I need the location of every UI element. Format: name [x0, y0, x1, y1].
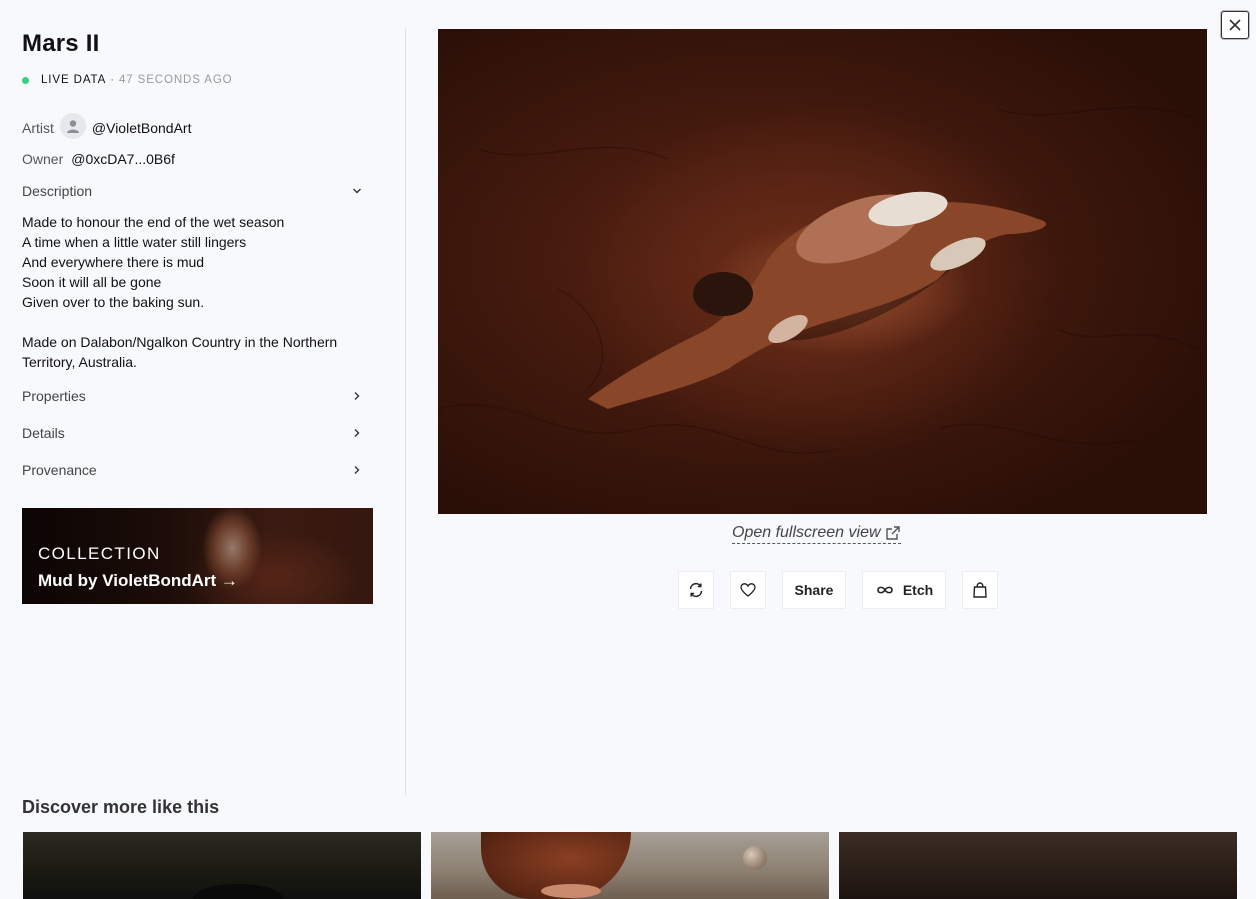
description-toggle[interactable]: Description [22, 181, 374, 201]
details-toggle[interactable]: Details [22, 423, 374, 443]
collection-caption: COLLECTION [38, 544, 161, 563]
properties-toggle[interactable]: Properties [22, 386, 374, 406]
properties-label: Properties [22, 388, 86, 404]
refresh-button[interactable] [678, 571, 714, 609]
thumbnail-image-detail [193, 884, 283, 899]
provenance-label: Provenance [22, 462, 97, 478]
share-button[interactable]: Share [782, 571, 846, 609]
owner-handle-link[interactable]: @0xcDA7...0B6f [71, 151, 175, 167]
thumbnail-image-detail [743, 846, 767, 870]
heart-icon [740, 583, 756, 597]
panel-divider [405, 28, 406, 795]
artist-label: Artist [22, 120, 54, 136]
chevron-right-icon [354, 429, 360, 437]
discover-heading: Discover more like this [22, 797, 220, 817]
open-fullscreen-label: Open fullscreen view [732, 524, 881, 541]
description-label: Description [22, 183, 93, 199]
chevron-right-icon [354, 392, 360, 400]
infinity-icon [877, 586, 893, 594]
live-label: LIVE DATA [41, 74, 107, 86]
favorite-button[interactable] [730, 571, 766, 609]
provenance-toggle[interactable]: Provenance [22, 460, 374, 480]
chevron-right-icon [354, 466, 360, 474]
close-button[interactable] [1221, 11, 1249, 39]
shopping-bag-icon [973, 582, 987, 598]
close-icon [1229, 19, 1241, 31]
live-status: LIVE DATA · 47 SECONDS AGO [22, 74, 374, 86]
discover-thumbnail[interactable] [23, 832, 421, 899]
user-avatar-icon[interactable] [59, 113, 86, 139]
artwork-image [438, 106, 1199, 454]
artwork-title: Mars II [22, 30, 100, 57]
chevron-down-icon [353, 188, 361, 194]
external-link-icon [885, 526, 900, 540]
open-fullscreen-link[interactable]: Open fullscreen view [732, 524, 901, 544]
artist-row: Artist @VioletBondArt [22, 113, 374, 140]
buy-button[interactable] [962, 571, 998, 609]
live-indicator-dot [22, 76, 29, 84]
owner-label: Owner [22, 151, 64, 167]
discover-thumbnail[interactable] [839, 832, 1237, 899]
etch-label: Etch [902, 582, 934, 598]
owner-row: Owner @0xcDA7...0B6f [22, 151, 374, 167]
discover-thumbnail[interactable] [431, 832, 829, 899]
artist-handle-link[interactable]: @VioletBondArt [92, 120, 192, 136]
live-updated-ago: 47 SECONDS AGO [118, 74, 233, 86]
description-text: Made to honour the end of the wet season… [22, 214, 338, 370]
etch-button[interactable]: Etch [862, 571, 946, 609]
artwork-media[interactable] [438, 29, 1207, 514]
share-label: Share [794, 582, 834, 598]
details-label: Details [22, 425, 65, 441]
info-panel: Mars II LIVE DATA · 47 SECONDS AGO Artis… [22, 28, 374, 604]
live-separator: · [110, 74, 115, 86]
action-bar: Share Etch [0, 571, 1256, 609]
thumbnail-image-detail [541, 884, 601, 898]
refresh-icon [689, 582, 703, 598]
